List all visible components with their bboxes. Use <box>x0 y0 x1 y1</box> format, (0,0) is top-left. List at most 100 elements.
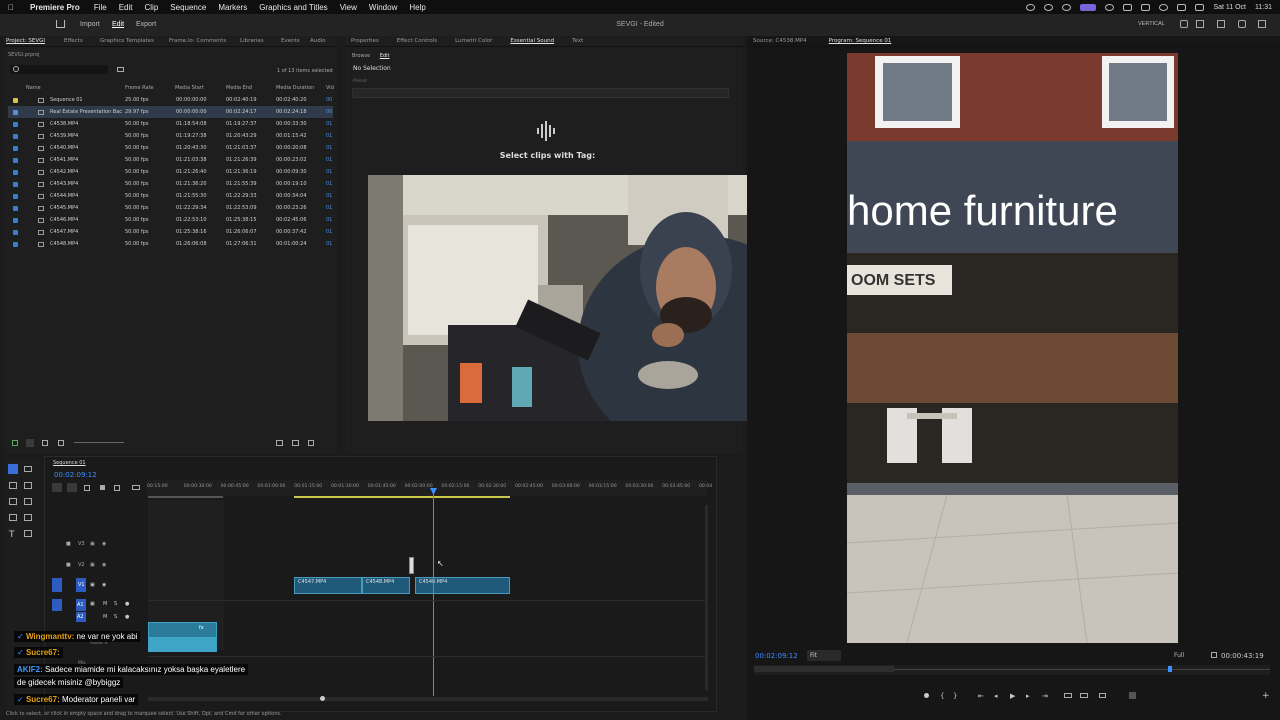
eye-icon[interactable]: ◉ <box>102 562 106 568</box>
slip-icon[interactable] <box>9 498 17 505</box>
export-tab[interactable]: Export <box>136 21 156 28</box>
workspaces-icon[interactable] <box>1180 20 1188 28</box>
project-item-row[interactable]: C4542.MP4 50.00 fps 01:21:26:40 01:21:36:19… <box>8 166 333 178</box>
zoom-slider[interactable] <box>74 442 124 443</box>
label-color-swatch[interactable] <box>13 169 18 175</box>
step-back-icon[interactable]: ◂ <box>994 692 998 700</box>
timeline-timecode[interactable]: 00:02:09:12 <box>54 471 97 479</box>
marker-icon[interactable] <box>924 693 929 698</box>
share-icon[interactable] <box>1196 20 1204 28</box>
fullscreen-icon[interactable] <box>1258 20 1266 28</box>
mic-icon[interactable]: ● <box>125 614 129 620</box>
label-color-swatch[interactable] <box>13 205 18 211</box>
add-marker-icon[interactable] <box>100 485 105 490</box>
globe-icon[interactable] <box>1105 3 1115 11</box>
new-bin-icon[interactable] <box>117 67 124 72</box>
track-target-a2[interactable]: A2 <box>76 612 86 622</box>
label-color-swatch[interactable] <box>13 181 18 187</box>
lock-icon[interactable]: ■ <box>66 562 71 568</box>
list-view-icon[interactable] <box>26 439 34 447</box>
sync-lock-icon[interactable]: ▣ <box>90 541 95 547</box>
project-item-row[interactable]: C4540.MP4 50.00 fps 01:20:43:30 01:21:03:37… <box>8 142 333 154</box>
track-label-v2[interactable]: V2 <box>78 562 85 568</box>
tab-program[interactable]: Program: Sequence 01 <box>829 38 892 44</box>
playhead[interactable] <box>433 488 434 696</box>
menu-sequence[interactable]: Sequence <box>170 3 206 12</box>
project-item-row[interactable]: C4538.MP4 50.00 fps 01:18:54:08 01:19:27:37… <box>8 118 333 130</box>
eye-icon[interactable]: ◉ <box>102 582 106 588</box>
program-video-frame[interactable]: home furniture OOM SETS <box>847 53 1178 643</box>
eye-icon[interactable]: ◉ <box>102 541 106 547</box>
sync-lock-icon[interactable]: ▣ <box>90 562 95 568</box>
project-item-row[interactable]: C4548.MP4 50.00 fps 01:26:06:08 01:27:06:31… <box>8 238 333 250</box>
menu-edit[interactable]: Edit <box>119 3 133 12</box>
project-item-row[interactable]: C4539.MP4 50.00 fps 01:19:27:38 01:20:43:29… <box>8 130 333 142</box>
sync-icon[interactable] <box>1044 3 1054 11</box>
col-media-end[interactable]: Media End <box>226 85 252 91</box>
quick-export-icon[interactable] <box>1217 20 1225 28</box>
quality-dropdown[interactable]: Full <box>1174 652 1184 659</box>
nest-icon[interactable] <box>52 483 62 492</box>
menu-window[interactable]: Window <box>369 3 397 12</box>
video-clip[interactable]: C4548.MP4 <box>415 577 510 594</box>
play-icon[interactable]: ▶ <box>1010 692 1015 700</box>
solo-icon[interactable]: S <box>114 614 117 620</box>
tab-source[interactable]: Source: C4538.MP4 <box>753 38 807 44</box>
comparison-icon[interactable] <box>1129 692 1136 699</box>
col-media-start[interactable]: Media Start <box>175 85 204 91</box>
edit-tab[interactable]: Edit <box>112 21 124 28</box>
caption-tool-icon[interactable] <box>24 530 32 537</box>
source-patch-a1[interactable] <box>52 599 62 611</box>
track-select-icon[interactable] <box>24 466 32 472</box>
tab-project[interactable]: Project: SEVGI <box>6 38 64 44</box>
tab-effect-controls[interactable]: Effect Controls <box>397 38 437 44</box>
label-color-swatch[interactable] <box>13 145 18 151</box>
preset-dropdown[interactable] <box>352 88 729 98</box>
sequence-tab[interactable]: Sequence 01 <box>53 460 86 466</box>
trash-icon[interactable] <box>308 440 314 446</box>
bluetooth-icon[interactable] <box>1141 3 1151 11</box>
mark-out-icon[interactable]: } <box>953 692 957 700</box>
go-to-out-icon[interactable]: ⇥ <box>1042 692 1048 700</box>
project-item-row[interactable]: Real Estate Presentation Bac 29.97 fps 00:… <box>8 106 333 118</box>
tab-properties[interactable]: Properties <box>351 38 379 44</box>
col-vid[interactable]: Vid <box>326 85 334 91</box>
tab-essential-sound[interactable]: Essential Sound <box>510 38 554 44</box>
tab-libraries[interactable]: Libraries <box>240 38 281 44</box>
camera-icon[interactable] <box>1099 693 1106 698</box>
menu-clip[interactable]: Clip <box>145 3 159 12</box>
project-item-row[interactable]: C4546.MP4 50.00 fps 01:22:53:10 01:25:38:15… <box>8 214 333 226</box>
label-color-swatch[interactable] <box>13 121 18 127</box>
lock-icon[interactable]: ■ <box>66 541 71 547</box>
menu-markers[interactable]: Markers <box>218 3 247 12</box>
freeform-view-icon[interactable] <box>58 440 64 446</box>
clock-date[interactable]: Sat 11 Oct <box>1213 4 1246 11</box>
label-color-swatch[interactable] <box>13 193 18 199</box>
project-item-row[interactable]: Sequence 01 25.00 fps 00:00:00:00 00:02:40:… <box>8 94 333 106</box>
project-item-row[interactable]: C4543.MP4 50.00 fps 01:21:36:20 01:21:55:39… <box>8 178 333 190</box>
mute-icon[interactable]: M <box>103 614 107 620</box>
feedback-icon[interactable] <box>1238 20 1246 28</box>
wifi-icon[interactable] <box>1159 3 1169 11</box>
linked-selection-icon[interactable] <box>84 485 90 491</box>
timer-icon[interactable] <box>1062 3 1072 11</box>
import-tab[interactable]: Import <box>80 21 100 28</box>
mark-in-icon[interactable]: { <box>940 692 944 700</box>
sync-lock-icon[interactable]: ▣ <box>90 601 95 607</box>
project-item-row[interactable]: C4545.MP4 50.00 fps 01:22:29:34 01:22:53:09… <box>8 202 333 214</box>
fit-dropdown[interactable]: Fit <box>807 650 841 661</box>
timeline-horizontal-scrollbar[interactable] <box>148 696 708 701</box>
track-target-a1[interactable]: A1 <box>76 599 86 611</box>
razor-icon[interactable] <box>24 482 32 489</box>
tab-text[interactable]: Text <box>572 38 583 44</box>
label-color-swatch[interactable] <box>13 217 18 223</box>
pencil-icon[interactable] <box>12 440 18 446</box>
col-name[interactable]: Name <box>26 85 41 91</box>
mute-icon[interactable]: M <box>103 601 107 607</box>
tab-frameio[interactable]: Frame.io: Comments <box>169 38 240 44</box>
video-clip[interactable]: C4548.MP4 <box>362 577 410 594</box>
snap-icon[interactable] <box>67 483 77 492</box>
battery-icon[interactable] <box>1123 3 1133 11</box>
timeline-vertical-scrollbar[interactable] <box>705 505 708 690</box>
label-color-swatch[interactable] <box>13 133 18 139</box>
